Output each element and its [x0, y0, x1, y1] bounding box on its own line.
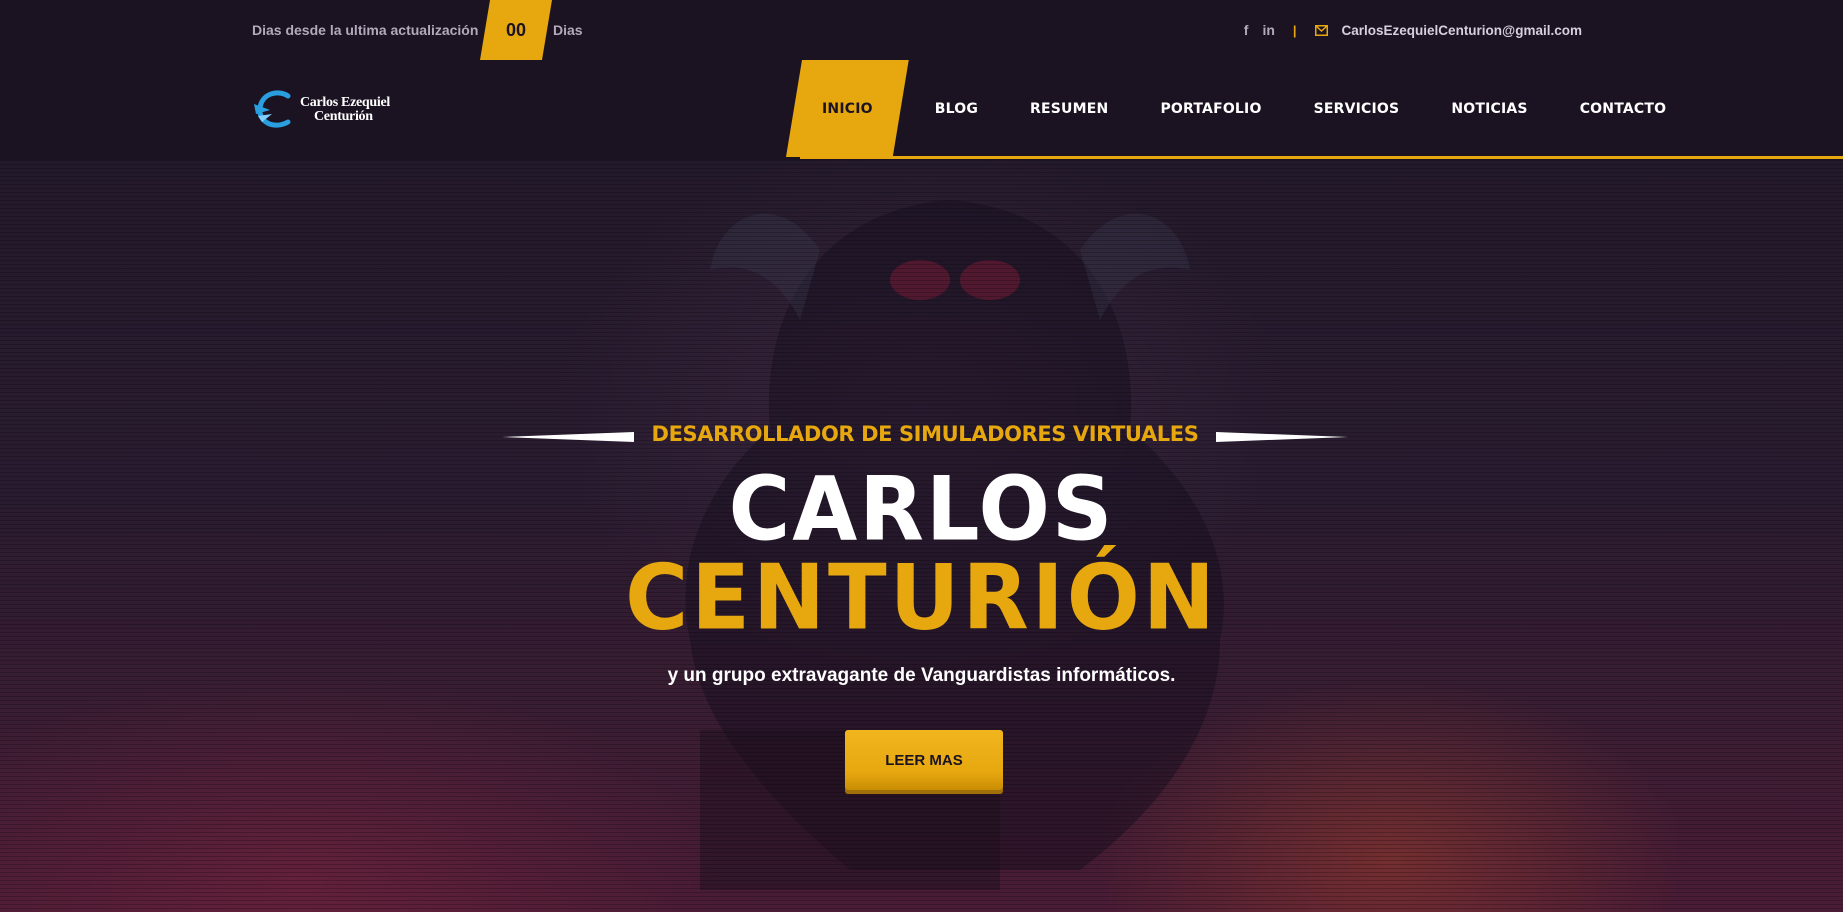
separator: | [1292, 22, 1297, 38]
update-info: Dias desde la ultima actualización [252, 0, 478, 60]
hero-section: DESARROLLADOR DE SIMULADORES VIRTUALES C… [0, 160, 1843, 912]
site-logo[interactable]: Carlos Ezequiel Centurión [252, 88, 390, 132]
site-header: Carlos Ezequiel Centurión INICIO BLOG RE… [0, 60, 1843, 160]
nav-underline [800, 156, 1843, 159]
logo-c-mark-icon [252, 88, 296, 132]
hero-tagline: y un grupo extravagante de Vanguardistas… [667, 665, 1176, 686]
linkedin-icon[interactable]: in [1262, 22, 1274, 38]
nav-item-blog[interactable]: BLOG [909, 60, 1004, 157]
logo-line-1: Carlos Ezequiel [300, 95, 390, 110]
read-more-button[interactable]: LEER MAS [845, 730, 1003, 790]
envelope-icon [1314, 24, 1328, 36]
update-label: Dias desde la ultima actualización [252, 22, 479, 38]
left-blade-decoration [501, 429, 634, 442]
contact-info: f in | CarlosEzequielCenturion@gmail.com [1244, 0, 1582, 60]
email-link[interactable]: CarlosEzequielCenturion@gmail.com [1342, 23, 1582, 38]
nav-item-servicios[interactable]: SERVICIOS [1288, 60, 1426, 157]
main-nav: INICIO BLOG RESUMEN PORTAFOLIO SERVICIOS… [786, 60, 1692, 157]
nav-item-contacto[interactable]: CONTACTO [1554, 60, 1693, 157]
subtitle-row: DESARROLLADOR DE SIMULADORES VIRTUALES [501, 422, 1349, 446]
logo-line-2: Centurión [314, 109, 373, 124]
hero-subtitle: DESARROLLADOR DE SIMULADORES VIRTUALES [651, 422, 1199, 446]
nav-item-portafolio[interactable]: PORTAFOLIO [1134, 60, 1287, 157]
nav-item-noticias[interactable]: NOTICIAS [1425, 60, 1553, 157]
days-unit: Dias [553, 22, 583, 38]
logo-text: Carlos Ezequiel Centurión [300, 96, 390, 124]
days-count: 00 [505, 19, 527, 40]
nav-item-resumen[interactable]: RESUMEN [1004, 60, 1134, 157]
right-blade-decoration [1216, 429, 1349, 442]
facebook-icon[interactable]: f [1244, 22, 1249, 38]
nav-item-inicio[interactable]: INICIO [786, 60, 909, 157]
hero-name-last: CENTURIÓN [625, 545, 1218, 651]
days-counter: 00 [480, 0, 552, 60]
top-bar: Dias desde la ultima actualización 00 Di… [0, 0, 1843, 60]
